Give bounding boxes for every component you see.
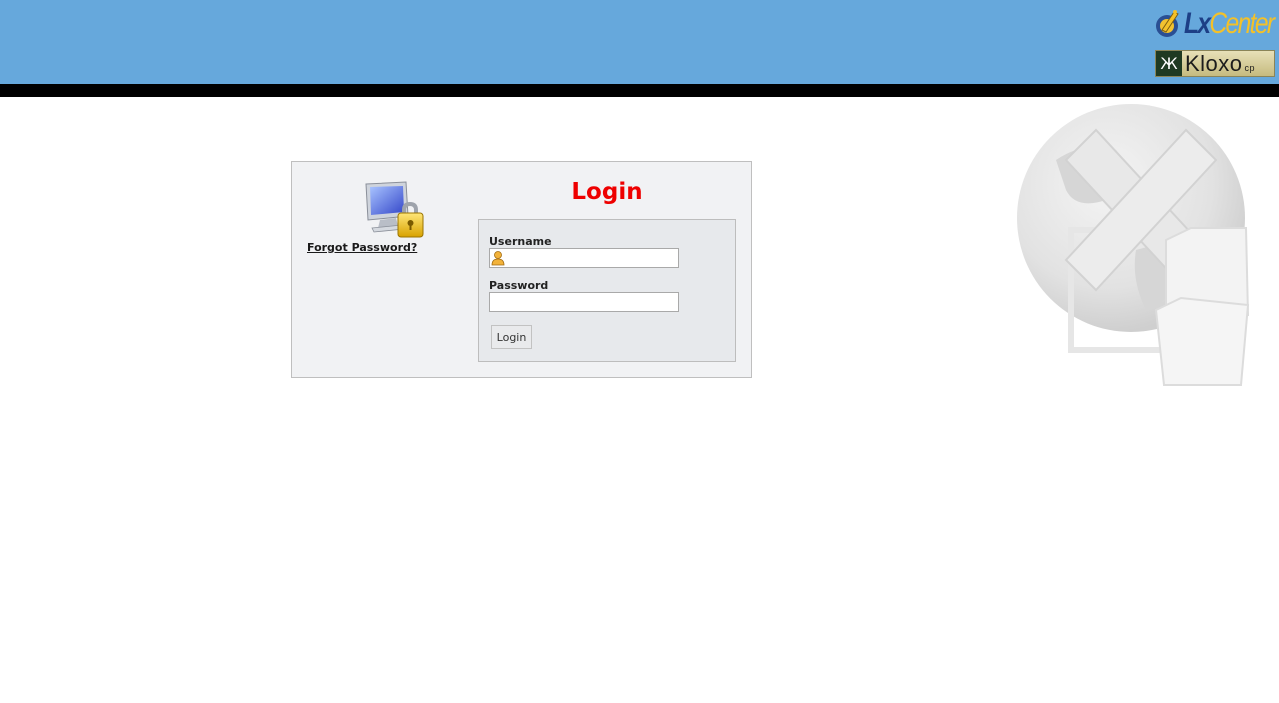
password-input[interactable] — [489, 292, 679, 312]
login-panel: Forgot Password? Login Username Password… — [291, 161, 752, 378]
forgot-password-link[interactable]: Forgot Password? — [307, 241, 417, 254]
kloxo-logo-icon: Ж — [1156, 51, 1182, 76]
lxcenter-logo-icon — [1156, 10, 1179, 37]
kloxo-logo-text: Kloxo cp — [1185, 51, 1256, 76]
login-form: Username Password Login — [478, 219, 736, 362]
user-icon — [491, 251, 505, 266]
username-label: Username — [489, 235, 552, 248]
globe-folder-watermark — [1017, 104, 1250, 386]
login-button[interactable]: Login — [491, 325, 532, 349]
password-label: Password — [489, 279, 549, 292]
kloxo-logo[interactable]: Ж Kloxo cp — [1155, 50, 1275, 77]
lxcenter-logo[interactable]: LxCenter — [1154, 4, 1276, 44]
header-divider-bar — [0, 84, 1279, 97]
lxcenter-logo-text: LxCenter — [1184, 7, 1275, 40]
login-title: Login — [571, 179, 643, 205]
username-input[interactable] — [489, 248, 679, 268]
header: LxCenter Ж Kloxo cp — [0, 0, 1279, 84]
monitor-lock-icon — [365, 181, 424, 238]
